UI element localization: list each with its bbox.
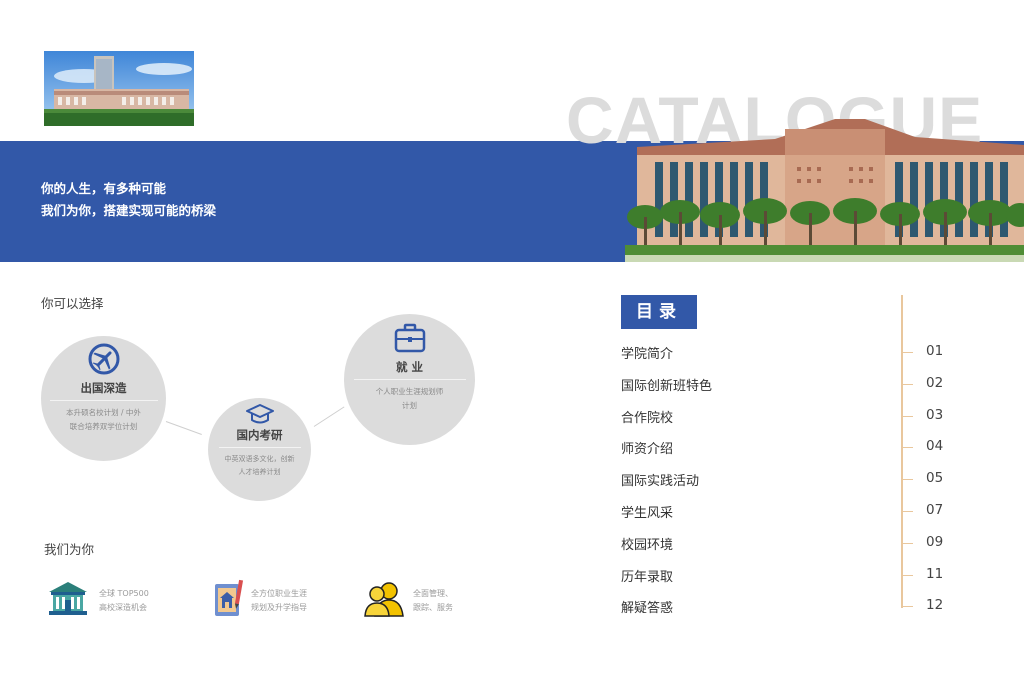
toc-tick	[903, 543, 913, 544]
toc-page-number: 11	[926, 566, 944, 582]
toc-item-label[interactable]: 学院简介	[621, 343, 673, 362]
people-icon	[364, 582, 404, 617]
connector-line	[313, 406, 345, 427]
choice-desc: 中英双语多文化，创新 人才培养计划	[208, 453, 311, 479]
toc-page-number: 04	[926, 438, 944, 454]
choice-desc-line: 联合培养双学位计划	[69, 422, 138, 431]
choice-desc: 个人职业生涯规划师 计划	[344, 385, 475, 413]
slogan-line-1: 你的人生，有多种可能	[41, 181, 167, 196]
service-text-line: 跟踪、服务	[413, 603, 453, 612]
choices-title: 你可以选择	[41, 296, 104, 311]
service-text-line: 全球 TOP500	[99, 589, 149, 598]
graduation-cap-icon	[245, 404, 274, 424]
toc-tick	[903, 511, 913, 512]
divider	[353, 379, 466, 380]
toc-heading: 目录	[621, 295, 697, 329]
toc-item-label[interactable]: 学生风采	[621, 502, 673, 521]
service-text-line: 全方位职业生涯	[251, 589, 307, 598]
choice-title-label: 国内考研	[236, 428, 283, 442]
choice-desc-line: 计划	[402, 401, 417, 410]
toc-item-label[interactable]: 历年录取	[621, 566, 673, 585]
toc-page-number: 09	[926, 534, 944, 550]
toc-item-label[interactable]: 解疑答惑	[621, 597, 673, 616]
choice-title-label: 就 业	[395, 360, 423, 374]
toc-tick	[903, 352, 913, 353]
divider	[218, 447, 301, 448]
connector-line	[165, 421, 202, 435]
slogan-line-2: 我们为你，搭建实现可能的桥梁	[41, 203, 217, 218]
toc-tick	[903, 384, 913, 385]
toc-page-number: 01	[926, 343, 944, 359]
choice-study-abroad: 出国深造 本升硕名校计划 / 中外 联合培养双学位计划	[41, 336, 166, 461]
career-plan-icon	[215, 579, 244, 616]
airplane-icon	[88, 343, 119, 375]
toc-item-label[interactable]: 合作院校	[621, 407, 673, 426]
divider	[49, 400, 158, 401]
campus-tower-photo	[44, 51, 194, 126]
choice-postgraduate: 国内考研 中英双语多文化，创新 人才培养计划	[208, 398, 311, 501]
toc-vertical-line	[901, 295, 903, 608]
toc-item-label[interactable]: 国际实践活动	[621, 470, 699, 489]
toc-item-label[interactable]: 国际创新班特色	[621, 375, 712, 394]
toc-page-number: 07	[926, 502, 944, 518]
service-text-line: 规划及升学指导	[251, 603, 307, 612]
choice-desc-line: 本升硕名校计划 / 中外	[66, 408, 141, 417]
briefcase-icon	[394, 323, 425, 353]
toc-page-number: 05	[926, 470, 944, 486]
service-item	[47, 580, 89, 624]
service-item	[363, 580, 405, 624]
choice-desc-line: 中英双语多文化，创新	[224, 455, 295, 463]
choice-desc-line: 人才培养计划	[238, 468, 281, 476]
toc-page-number: 03	[926, 407, 944, 423]
choice-title-label: 出国深造	[80, 381, 127, 395]
toc-page-number: 02	[926, 375, 944, 391]
choice-employment: 就 业 个人职业生涯规划师 计划	[344, 314, 475, 445]
services-title: 我们为你	[44, 542, 95, 557]
service-text: 全球 TOP500 高校深造机会	[99, 587, 149, 615]
service-text-line: 高校深造机会	[99, 603, 147, 612]
toc-item-label[interactable]: 校园环境	[621, 534, 673, 553]
toc-tick	[903, 447, 913, 448]
toc-page-number: 12	[926, 597, 944, 613]
choice-desc-line: 个人职业生涯规划师	[375, 387, 444, 396]
service-item	[208, 578, 250, 622]
toc-tick	[903, 416, 913, 417]
campus-building-photo	[625, 117, 1024, 262]
university-building-icon	[49, 582, 87, 615]
toc-tick	[903, 606, 913, 607]
toc-item-label[interactable]: 师资介绍	[621, 438, 673, 457]
choice-desc: 本升硕名校计划 / 中外 联合培养双学位计划	[41, 406, 166, 434]
service-text: 全面管理、 跟踪、服务	[413, 587, 453, 615]
toc-tick	[903, 479, 913, 480]
banner-slogan: 你的人生，有多种可能 我们为你，搭建实现可能的桥梁	[41, 178, 216, 222]
service-text: 全方位职业生涯 规划及升学指导	[251, 587, 307, 615]
service-text-line: 全面管理、	[413, 589, 453, 598]
toc-tick	[903, 575, 913, 576]
